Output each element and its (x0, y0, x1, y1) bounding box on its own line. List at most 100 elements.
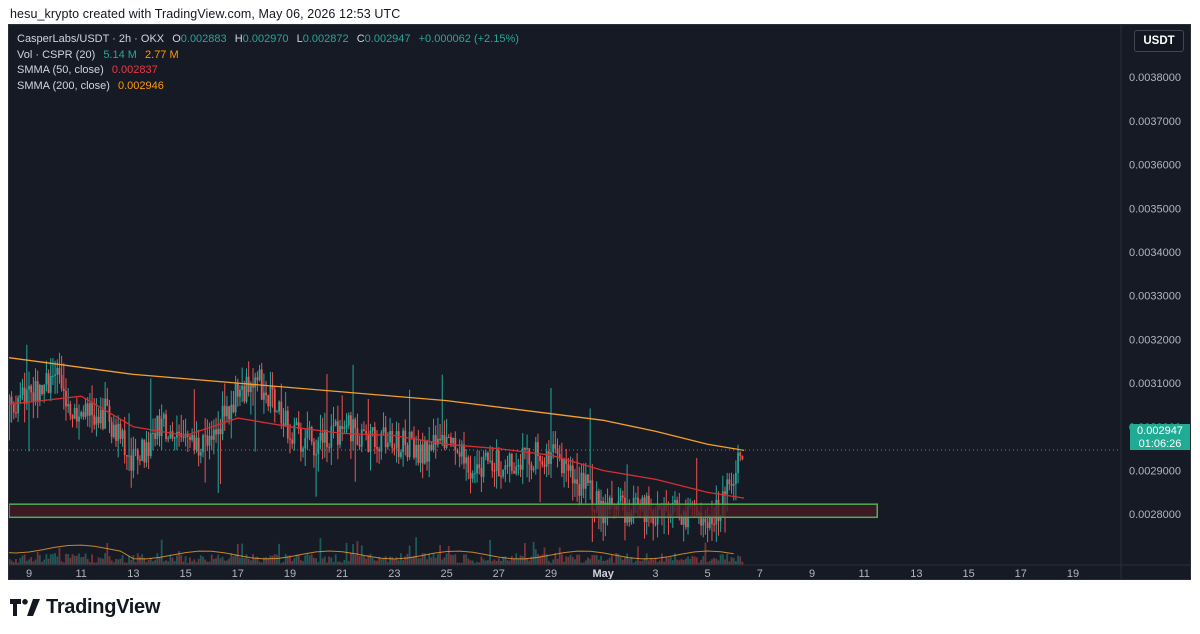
volume-bar (278, 543, 281, 565)
volume-bar (239, 557, 241, 565)
candle-body (513, 471, 515, 474)
candle-body (258, 369, 261, 381)
legend-smma200-row[interactable]: SMMA (200, close) 0.002946 (17, 79, 519, 95)
volume-bar (506, 560, 509, 565)
volume-bar (482, 559, 485, 565)
symbol-label[interactable]: CasperLabs/USDT · 2h · OKX (17, 33, 164, 45)
volume-bar (715, 558, 718, 565)
volume-bar (269, 555, 272, 565)
candle-body (352, 419, 354, 442)
candle-body (447, 437, 450, 439)
candle-body (367, 433, 370, 452)
candle-body (580, 472, 583, 496)
volume-bar (230, 553, 233, 565)
candle-body (495, 450, 498, 472)
support-zone (9, 503, 878, 519)
tradingview-logo[interactable]: TradingView (10, 596, 160, 619)
price-chart[interactable]: 0.0038000 0.0037000 0.0036000 0.0035000 0.00… (9, 25, 1191, 580)
volume-bar (295, 554, 298, 565)
volume-bar (258, 561, 261, 565)
chart-legend: CasperLabs/USDT · 2h · OKX O0.002883 H0.… (17, 32, 519, 94)
volume-bar (604, 560, 607, 565)
candle-body (38, 384, 41, 402)
candle-body (550, 452, 552, 464)
candle-body (534, 442, 537, 469)
candle-body (386, 442, 389, 448)
volume-bar (169, 554, 172, 565)
x-tick-label: 17 (1015, 568, 1027, 580)
candle-body (528, 448, 531, 465)
candle-body (730, 483, 733, 486)
candle-body (199, 452, 202, 456)
bar-countdown: 01:06:26 (1138, 437, 1182, 450)
volume-bar (365, 558, 368, 565)
volume-bar (587, 557, 589, 565)
candle-body (167, 437, 170, 440)
candle-body (269, 386, 272, 407)
candle-body (71, 415, 74, 419)
candle-body (58, 368, 61, 375)
volume-bar (73, 555, 76, 565)
candle-body (206, 435, 209, 446)
volume-bar (560, 554, 563, 565)
volume-bar (232, 556, 235, 565)
volume-bar (245, 554, 248, 565)
candle-body (54, 374, 56, 376)
volume-bar (236, 544, 239, 565)
volume-bar (82, 556, 85, 565)
volume-bar (52, 554, 54, 565)
candle-body (330, 426, 333, 448)
candle-body (484, 452, 487, 457)
candle-body (402, 430, 404, 453)
x-tick-label: May (592, 568, 614, 580)
candle-body (519, 464, 522, 470)
volume-bar (147, 559, 150, 565)
candle-body (360, 429, 363, 447)
volume-bar (441, 559, 444, 565)
volume-bar (734, 561, 737, 565)
volume-bar (128, 555, 130, 565)
candle-body (36, 381, 39, 402)
volume-bar (373, 560, 376, 565)
currency-button[interactable]: USDT (1134, 30, 1184, 52)
low-value: 0.002872 (302, 33, 349, 45)
candle-body (145, 442, 148, 463)
candle-body (34, 381, 37, 402)
volume-bar (75, 555, 78, 565)
candle-body (356, 428, 359, 445)
candle-body (524, 447, 526, 450)
candle-body (428, 444, 431, 462)
candle-body (239, 389, 241, 397)
volume-bar (682, 559, 685, 565)
candle-body (397, 431, 400, 457)
legend-smma50-row[interactable]: SMMA (50, close) 0.002837 (17, 63, 519, 79)
candle-body (467, 457, 470, 473)
volume-ma-value: 2.77 M (145, 48, 179, 61)
volume-bar (119, 558, 122, 565)
candle-body (487, 452, 489, 461)
candle-body (236, 382, 239, 397)
candle-body (465, 457, 468, 464)
candle-body (454, 437, 457, 451)
volume-bar (25, 560, 28, 565)
chart-panel[interactable]: 0.0038000 0.0037000 0.0036000 0.0035000 0.00… (8, 24, 1191, 580)
smma-layer (9, 357, 745, 499)
volume-bar (223, 560, 226, 565)
volume-bar (86, 559, 89, 565)
candle-body (241, 385, 244, 390)
candle-body (569, 465, 572, 471)
volume-bar (97, 557, 100, 565)
volume-bar (115, 558, 117, 565)
candle-body (456, 450, 459, 453)
legend-volume-row[interactable]: Vol · CSPR (20) 5.14 M 2.77 M (17, 48, 519, 64)
candle-body (547, 451, 550, 464)
volume-bar (400, 553, 402, 565)
volume-bar (628, 558, 631, 565)
candle-body (417, 444, 420, 463)
candle-body (84, 403, 87, 417)
candle-body (421, 444, 424, 464)
volume-bar (249, 560, 252, 565)
high-value: 0.002970 (242, 33, 289, 45)
candle-body (587, 474, 589, 483)
volume-bar (641, 560, 644, 565)
